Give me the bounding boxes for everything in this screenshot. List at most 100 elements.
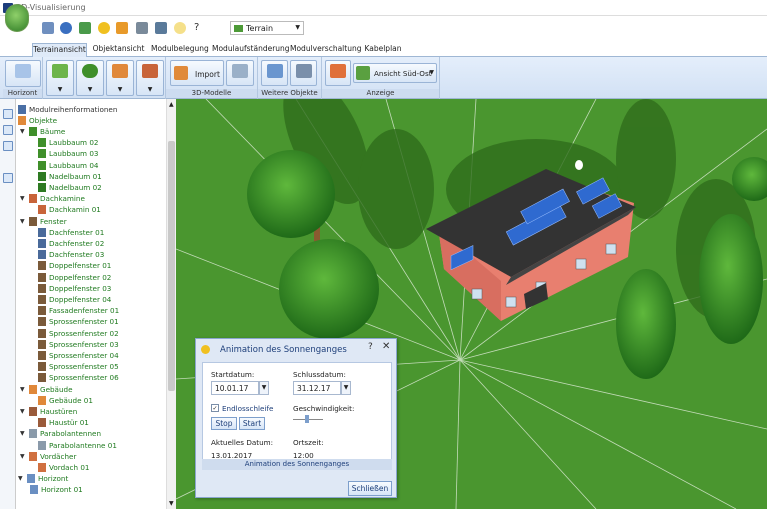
satellite-dish-icon bbox=[29, 429, 37, 439]
roof-window-icon bbox=[38, 239, 46, 248]
window-icon bbox=[38, 373, 46, 383]
sun-animation-dialog: Animation des Sonnenganges ? ✕ Startdatu… bbox=[195, 338, 397, 498]
expand-arrow-icon[interactable]: ▼ bbox=[20, 216, 27, 227]
tab-modulbelegung[interactable]: Modulbelegung bbox=[151, 43, 209, 57]
tree-item-label: Modulreihenformationen bbox=[29, 105, 118, 114]
conifer-icon bbox=[38, 171, 46, 181]
close-icon[interactable]: ✕ bbox=[382, 341, 390, 352]
application-menu-button[interactable] bbox=[5, 4, 29, 32]
weitere-objekt-1-button[interactable] bbox=[261, 60, 288, 86]
scroll-up-icon[interactable]: ▲ bbox=[169, 101, 174, 108]
play-icon[interactable] bbox=[3, 109, 13, 119]
chimney-icon bbox=[38, 205, 46, 215]
camera-icon[interactable] bbox=[155, 22, 167, 34]
tab-kabelplan[interactable]: Kabelplan bbox=[363, 43, 403, 57]
tree-scrollbar[interactable]: ▲ ▼ bbox=[166, 99, 176, 509]
tree-item-label: Dachfenster 01 bbox=[49, 227, 105, 237]
grid-icon[interactable] bbox=[3, 125, 13, 135]
tree-view-icon[interactable] bbox=[3, 173, 13, 183]
horizont-label: Horizont bbox=[3, 89, 42, 98]
expand-arrow-icon[interactable]: ▼ bbox=[18, 473, 25, 484]
tree-item-label: Vordach 01 bbox=[49, 463, 90, 472]
help-icon[interactable]: ? bbox=[194, 22, 206, 34]
close-button[interactable]: Schließen bbox=[348, 481, 392, 496]
expand-arrow-icon[interactable]: ▼ bbox=[20, 451, 27, 462]
tab-objektansicht[interactable]: Objektansicht bbox=[91, 43, 146, 57]
window-icon bbox=[38, 362, 46, 372]
model-button[interactable] bbox=[226, 60, 254, 86]
tree-item-label: Doppelfenster 04 bbox=[49, 295, 112, 304]
stop-button[interactable]: Stop bbox=[211, 417, 237, 430]
start-date-field[interactable]: 10.01.17 bbox=[211, 381, 259, 395]
wall-object-button[interactable]: ▼ bbox=[136, 60, 164, 96]
expand-arrow-icon[interactable]: ▼ bbox=[20, 406, 27, 417]
side-toolstrip bbox=[0, 99, 16, 509]
tree-item-label: Parabolantenne 01 bbox=[49, 440, 117, 450]
scroll-down-icon[interactable]: ▼ bbox=[169, 500, 174, 507]
tab-modulverschaltung[interactable]: Modulverschaltung bbox=[290, 43, 361, 57]
end-date-field[interactable]: 31.12.17 bbox=[293, 381, 341, 395]
tree-item-label: Horizont bbox=[38, 474, 69, 484]
tree-icon bbox=[38, 149, 46, 159]
scrollbar-thumb[interactable] bbox=[168, 141, 175, 391]
tree-item-label: Parabolantennen bbox=[40, 429, 102, 439]
dropdown-arrow-icon: ▼ bbox=[117, 86, 123, 93]
import-button[interactable]: Import bbox=[170, 60, 224, 86]
expand-arrow-icon[interactable]: ▼ bbox=[20, 384, 27, 395]
wrench-icon[interactable] bbox=[136, 22, 148, 34]
tree-item-label: Dachfenster 02 bbox=[49, 239, 105, 248]
window-icon bbox=[38, 317, 46, 327]
dropdown-arrow-icon: ▼ bbox=[57, 86, 63, 93]
end-date-dropdown[interactable]: ▼ bbox=[341, 381, 351, 395]
horizon-icon bbox=[15, 64, 31, 78]
sun-icon[interactable] bbox=[98, 22, 110, 34]
ansicht-select[interactable]: Ansicht Süd-Ost ▼ bbox=[353, 63, 437, 83]
refresh-icon[interactable] bbox=[79, 22, 91, 34]
tree-item-label: Nadelbaum 02 bbox=[49, 183, 102, 192]
display-icon bbox=[330, 64, 346, 78]
anzeige-button[interactable] bbox=[325, 60, 351, 86]
tab-modulaufstaenderung[interactable]: Modulaufständerung bbox=[212, 43, 290, 57]
terrain-select[interactable]: Terrain ▼ bbox=[230, 21, 304, 35]
tree-object-button[interactable]: ▼ bbox=[76, 60, 104, 96]
speed-slider[interactable] bbox=[293, 415, 323, 423]
canopy-icon bbox=[38, 463, 46, 472]
expand-arrow-icon[interactable]: ▼ bbox=[20, 428, 27, 439]
tree-item-label: Sprossenfenster 05 bbox=[49, 362, 119, 372]
house-object-button[interactable]: ▼ bbox=[106, 60, 134, 96]
terrain-icon bbox=[234, 25, 243, 32]
chevron-down-icon: ▼ bbox=[429, 69, 434, 76]
horizont-button[interactable] bbox=[5, 60, 41, 87]
tree-item-label: Laubbaum 02 bbox=[49, 138, 99, 148]
undo-icon[interactable] bbox=[42, 22, 54, 34]
expand-arrow-icon[interactable]: ▼ bbox=[20, 126, 27, 137]
ribbon-group-weitere-objekte: Weitere Objekte bbox=[258, 57, 322, 99]
wall-icon bbox=[142, 64, 158, 78]
house-icon bbox=[38, 395, 46, 405]
loop-checkbox[interactable]: ✓ bbox=[211, 404, 219, 412]
start-button[interactable]: Start bbox=[239, 417, 265, 430]
tree-item-label: Doppelfenster 01 bbox=[49, 261, 112, 271]
list-icon[interactable] bbox=[3, 141, 13, 151]
speed-thumb[interactable] bbox=[304, 415, 309, 423]
lightbulb-icon[interactable] bbox=[174, 22, 186, 34]
weitere-objekt-2-button[interactable] bbox=[290, 60, 317, 86]
tree-item-label: Laubbaum 03 bbox=[49, 149, 99, 159]
start-date-dropdown[interactable]: ▼ bbox=[259, 381, 269, 395]
tree-item-label: Haustüren bbox=[40, 407, 78, 416]
ribbon-tabs: Terrainansicht Objektansicht Modulbelegu… bbox=[0, 40, 767, 57]
roof-window-icon bbox=[38, 250, 46, 260]
import-icon bbox=[174, 66, 188, 80]
info-icon[interactable] bbox=[60, 22, 72, 34]
terrain-object-button[interactable]: ▼ bbox=[46, 60, 74, 96]
window-icon bbox=[38, 306, 46, 316]
sun-icon bbox=[201, 345, 210, 354]
tree-item-label: Doppelfenster 03 bbox=[49, 283, 112, 293]
tree-item-label: Sprossenfenster 04 bbox=[49, 351, 119, 360]
calendar-icon[interactable] bbox=[116, 22, 128, 34]
expand-arrow-icon[interactable]: ▼ bbox=[20, 193, 27, 204]
help-button[interactable]: ? bbox=[368, 342, 373, 352]
tree-item-label: Sprossenfenster 01 bbox=[49, 317, 119, 327]
tree-item-label: Sprossenfenster 03 bbox=[49, 339, 119, 349]
tab-terrainansicht[interactable]: Terrainansicht bbox=[32, 43, 87, 57]
